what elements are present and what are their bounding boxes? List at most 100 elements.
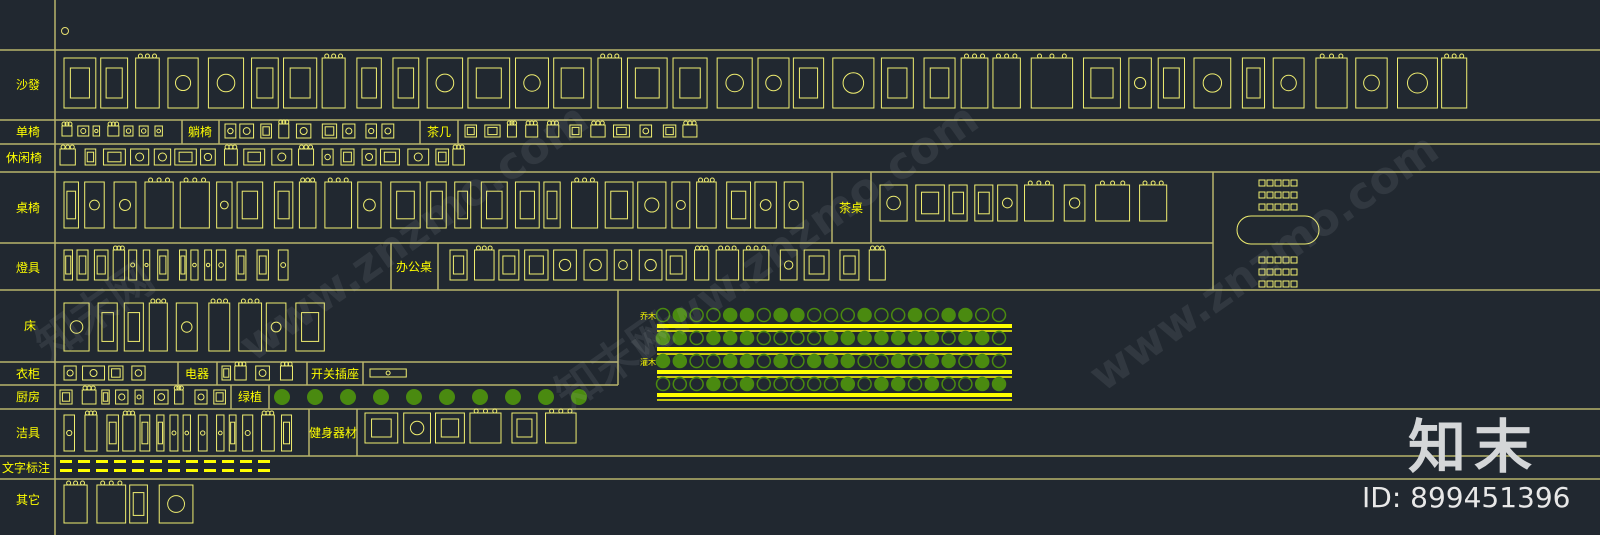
furniture-block-icon[interactable] [671, 181, 691, 229]
plant-block-icon[interactable] [672, 353, 688, 369]
plant-block-icon[interactable] [756, 353, 772, 369]
plant-block-icon[interactable] [941, 330, 956, 346]
furniture-block-icon[interactable] [571, 177, 599, 229]
plant-block-icon[interactable] [991, 376, 1007, 392]
furniture-block-icon[interactable] [449, 249, 468, 281]
plant-block-icon[interactable] [890, 376, 906, 392]
text-note-block-icon[interactable] [168, 469, 180, 472]
furniture-block-icon[interactable] [515, 57, 549, 109]
plant-block-icon[interactable] [840, 307, 856, 323]
furniture-block-icon[interactable] [239, 123, 255, 139]
plant-block-icon[interactable] [756, 376, 772, 392]
furniture-block-icon[interactable] [224, 123, 237, 139]
furniture-block-icon[interactable] [92, 125, 101, 137]
plant-block-icon[interactable] [307, 389, 323, 405]
plant-block-icon[interactable] [773, 307, 788, 323]
furniture-block-icon[interactable] [613, 249, 633, 281]
furniture-block-icon[interactable] [1315, 53, 1348, 109]
furniture-block-icon[interactable] [278, 119, 290, 139]
furniture-block-icon[interactable] [108, 365, 124, 381]
furniture-block-icon[interactable] [261, 410, 275, 452]
plant-block-icon[interactable] [706, 376, 721, 392]
furniture-block-icon[interactable] [1272, 57, 1305, 109]
furniture-block-icon[interactable] [179, 249, 187, 281]
furniture-block-icon[interactable] [716, 57, 753, 109]
plant-block-icon[interactable] [924, 353, 940, 369]
furniture-block-icon[interactable] [216, 181, 233, 229]
plant-block-icon[interactable] [274, 389, 290, 405]
plant-block-icon[interactable] [941, 353, 956, 369]
furniture-block-icon[interactable] [157, 249, 169, 281]
plant-block-icon[interactable] [472, 389, 488, 405]
furniture-block-icon[interactable] [948, 184, 968, 222]
furniture-block-icon[interactable] [113, 181, 137, 229]
furniture-block-icon[interactable] [175, 302, 198, 352]
text-note-block-icon[interactable] [60, 460, 72, 463]
text-note-block-icon[interactable] [222, 460, 234, 463]
furniture-block-icon[interactable] [101, 389, 110, 405]
furniture-block-icon[interactable] [130, 148, 150, 166]
plant-block-icon[interactable] [874, 330, 889, 346]
text-note-block-icon[interactable] [186, 469, 198, 472]
furniture-block-icon[interactable] [236, 181, 264, 229]
furniture-block-icon[interactable] [215, 249, 227, 281]
furniture-block-icon[interactable] [156, 414, 165, 452]
furniture-block-icon[interactable] [1193, 57, 1232, 109]
plant-block-icon[interactable] [722, 376, 738, 392]
plant-block-icon[interactable] [857, 376, 872, 392]
furniture-block-icon[interactable] [234, 361, 247, 381]
furniture-block-icon[interactable] [167, 57, 199, 109]
text-note-block-icon[interactable] [78, 469, 90, 472]
text-note-block-icon[interactable] [186, 460, 198, 463]
plant-block-icon[interactable] [890, 353, 906, 369]
furniture-block-icon[interactable] [880, 57, 914, 109]
furniture-block-icon[interactable] [612, 124, 630, 138]
furniture-block-icon[interactable] [63, 480, 88, 524]
furniture-block-icon[interactable] [1063, 184, 1086, 222]
furniture-block-icon[interactable] [1095, 180, 1131, 222]
plant-block-icon[interactable] [907, 353, 923, 369]
plant-block-icon[interactable] [840, 353, 856, 369]
furniture-block-icon[interactable] [283, 57, 318, 109]
furniture-block-icon[interactable] [190, 249, 199, 281]
plant-block-icon[interactable] [991, 330, 1007, 346]
text-note-block-icon[interactable] [150, 460, 162, 463]
furniture-block-icon[interactable] [131, 365, 146, 381]
furniture-block-icon[interactable] [281, 414, 293, 452]
furniture-block-icon[interactable] [381, 123, 395, 139]
furniture-block-icon[interactable] [726, 181, 752, 229]
furniture-block-icon[interactable] [357, 181, 382, 229]
plant-block-icon[interactable] [874, 353, 889, 369]
text-note-block-icon[interactable] [60, 469, 72, 472]
text-note-block-icon[interactable] [114, 460, 126, 463]
furniture-block-icon[interactable] [63, 414, 75, 452]
furniture-block-icon[interactable] [63, 57, 97, 109]
plant-block-icon[interactable] [340, 389, 356, 405]
text-note-block-icon[interactable] [168, 460, 180, 463]
text-note-block-icon[interactable] [204, 460, 216, 463]
plant-block-icon[interactable] [974, 330, 990, 346]
furniture-block-icon[interactable] [63, 365, 77, 381]
text-note-block-icon[interactable] [132, 469, 144, 472]
plant-block-icon[interactable] [739, 353, 755, 369]
plant-block-icon[interactable] [924, 307, 940, 323]
furniture-block-icon[interactable] [960, 53, 989, 109]
text-note-block-icon[interactable] [96, 469, 108, 472]
furniture-block-icon[interactable] [604, 181, 634, 229]
plant-block-icon[interactable] [373, 389, 389, 405]
plant-block-icon[interactable] [857, 330, 872, 346]
furniture-block-icon[interactable] [757, 57, 790, 109]
furniture-block-icon[interactable] [154, 125, 163, 137]
plant-block-icon[interactable] [806, 353, 822, 369]
furniture-block-icon[interactable] [153, 389, 169, 405]
cad-drawing-canvas[interactable] [0, 0, 1600, 535]
furniture-block-icon[interactable] [260, 123, 272, 139]
furniture-block-icon[interactable] [1139, 180, 1168, 222]
furniture-block-icon[interactable] [1441, 53, 1468, 109]
furniture-block-icon[interactable] [135, 53, 160, 109]
text-note-block-icon[interactable] [240, 469, 252, 472]
furniture-block-icon[interactable] [915, 184, 945, 222]
furniture-block-icon[interactable] [484, 124, 501, 138]
furniture-block-icon[interactable] [662, 124, 677, 138]
furniture-block-icon[interactable] [1241, 57, 1266, 109]
